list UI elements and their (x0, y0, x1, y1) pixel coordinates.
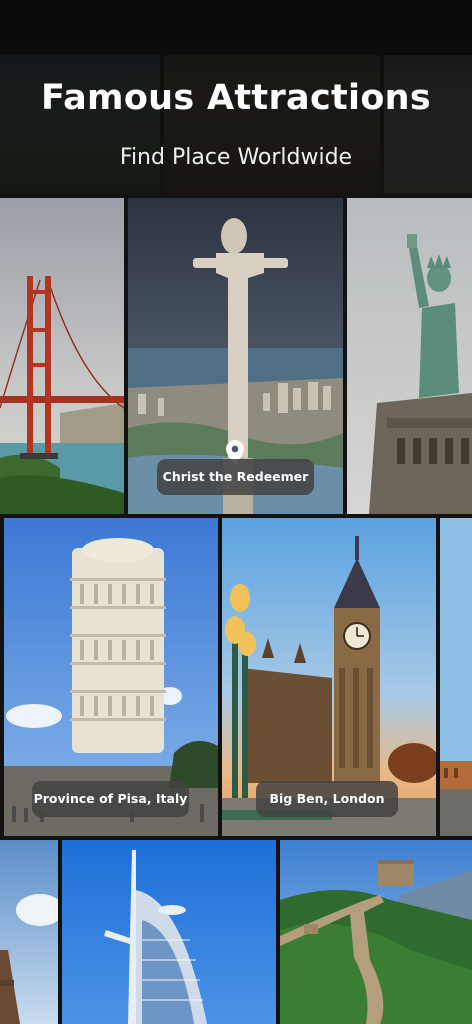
attraction-tile-statue-of-liberty[interactable] (347, 198, 472, 514)
statue-of-liberty-photo (347, 198, 472, 514)
attraction-label-pisa: Province of Pisa, Italy (32, 781, 189, 817)
page-title: Famous Attractions (40, 78, 432, 118)
page-subtitle: Find Place Worldwide (119, 145, 353, 170)
attraction-tile-edge[interactable] (440, 518, 472, 836)
eiffel-tower-photo (0, 840, 58, 1024)
attraction-tile-great-wall[interactable] (280, 840, 472, 1024)
header: Famous Attractions Find Place Worldwide (0, 0, 472, 196)
attraction-tile-burj-al-arab[interactable] (62, 840, 276, 1024)
golden-gate-bridge-photo (0, 198, 124, 514)
city-street-photo (440, 518, 472, 836)
attraction-label-big-ben: Big Ben, London (256, 781, 398, 817)
attraction-label-christ-the-redeemer: Christ the Redeemer (157, 459, 314, 495)
burj-al-arab-photo (62, 840, 276, 1024)
attractions-screen: Famous Attractions Find Place Worldwide (0, 0, 472, 1024)
great-wall-photo (280, 840, 472, 1024)
attraction-tile-golden-gate[interactable] (0, 198, 124, 514)
attraction-tile-eiffel[interactable] (0, 840, 58, 1024)
